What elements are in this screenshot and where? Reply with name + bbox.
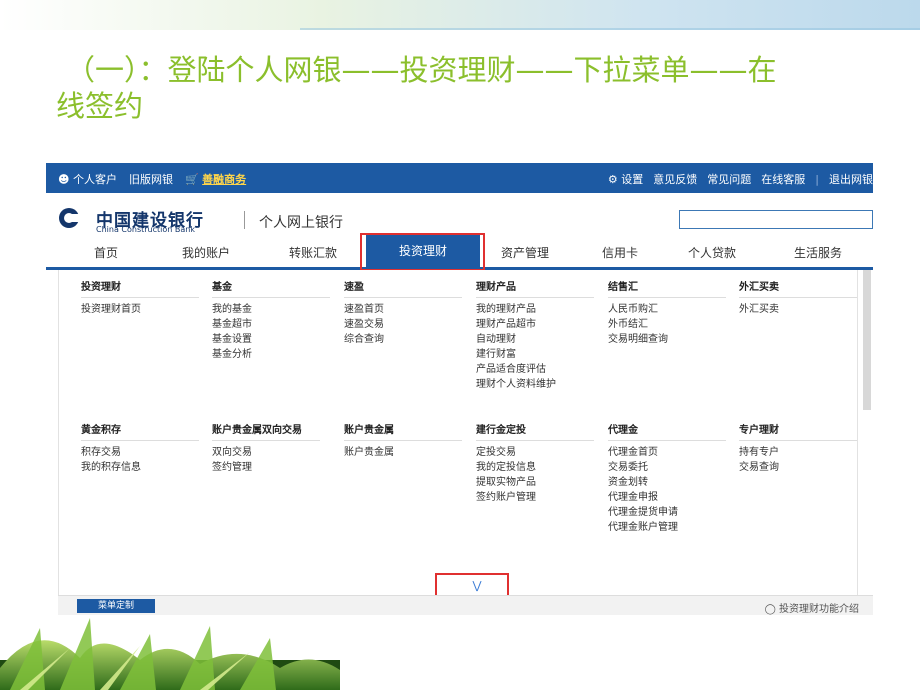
menu-head: 基金: [212, 282, 330, 298]
menu-link[interactable]: 账户贵金属: [344, 445, 462, 460]
menu-link[interactable]: 我的积存信息: [81, 460, 199, 475]
brand-row: 中国建设银行 China Construction Bank 个人网上银行: [46, 193, 873, 235]
menu-link[interactable]: 提取实物产品: [476, 475, 594, 490]
menu-col-invest: 投资理财 投资理财首页: [81, 282, 199, 317]
top-bar: ☻ 个人客户 旧版网银 🛒 善融商务 ⚙ 设置 意见反馈 常见问题 在线客服 |…: [46, 163, 873, 193]
menu-col-gold-investment: 建行金定投 定投交易 我的定投信息 提取实物产品 签约账户管理: [476, 425, 594, 505]
menu-head: 账户贵金属: [344, 425, 462, 441]
menu-link[interactable]: 理财产品超市: [476, 317, 594, 332]
menu-col-suying: 速盈 速盈首页 速盈交易 综合查询: [344, 282, 462, 347]
product-name: 个人网上银行: [259, 215, 343, 231]
brand-name-en: China Construction Bank: [96, 225, 195, 234]
shanrong-link[interactable]: 🛒 善融商务: [185, 171, 246, 187]
slide-title-line2: 线签约: [56, 89, 144, 123]
nav-credit-card[interactable]: 信用卡: [602, 244, 638, 261]
dropdown-menu-panel: 投资理财 投资理财首页 基金 我的基金 基金超市 基金设置 基金分析 速盈 速盈…: [58, 270, 858, 595]
menu-head: 黄金积存: [81, 425, 199, 441]
feedback-link[interactable]: 意见反馈: [653, 171, 697, 187]
slide-header-gradient: [0, 0, 920, 30]
menu-link[interactable]: 我的基金: [212, 302, 330, 317]
menu-col-fund: 基金 我的基金 基金超市 基金设置 基金分析: [212, 282, 330, 362]
menu-head: 外汇买卖: [739, 282, 857, 298]
menu-head: 投资理财: [81, 282, 199, 298]
nav-home[interactable]: 首页: [94, 244, 118, 261]
menu-head: 账户贵金属双向交易: [212, 425, 320, 441]
faq-link[interactable]: 常见问题: [707, 171, 751, 187]
menu-col-fx-trading: 外汇买卖 外汇买卖: [739, 282, 857, 317]
menu-link[interactable]: 持有专户: [739, 445, 857, 460]
menu-head: 代理金: [608, 425, 726, 441]
menu-link[interactable]: 签约管理: [212, 460, 330, 475]
menu-col-gold: 黄金积存 积存交易 我的积存信息: [81, 425, 199, 475]
online-service-link[interactable]: 在线客服: [761, 171, 805, 187]
menu-link[interactable]: 基金分析: [212, 347, 330, 362]
slide-title-line1: （一）：登陆个人网银——投资理财——下拉菜单——在: [66, 53, 777, 87]
menu-link[interactable]: 代理金申报: [608, 490, 726, 505]
nav-life-services[interactable]: 生活服务: [794, 244, 842, 261]
nav-transfer[interactable]: 转账汇款: [289, 244, 337, 261]
menu-col-fx-settlement: 结售汇 人民币购汇 外币结汇 交易明细查询: [608, 282, 726, 347]
menu-link[interactable]: 自动理财: [476, 332, 594, 347]
slide-header-line: [300, 28, 920, 30]
divider: |: [815, 172, 819, 186]
lightbulb-icon: ◯: [764, 604, 776, 615]
invest-intro-link[interactable]: ◯ 投资理财功能介绍: [765, 600, 859, 615]
highlight-box-nav: [360, 233, 485, 271]
menu-head: 建行金定投: [476, 425, 594, 441]
search-input[interactable]: [679, 210, 873, 229]
menu-link[interactable]: 建行财富: [476, 347, 594, 362]
person-icon: ☻: [58, 173, 70, 186]
menu-col-special-account: 专户理财 持有专户 交易查询: [739, 425, 857, 475]
menu-link[interactable]: 资金划转: [608, 475, 726, 490]
menu-link[interactable]: 交易委托: [608, 460, 726, 475]
gear-icon: ⚙: [607, 173, 618, 186]
menu-head: 专户理财: [739, 425, 857, 441]
nav-loans[interactable]: 个人贷款: [688, 244, 736, 261]
menu-link[interactable]: 人民币购汇: [608, 302, 726, 317]
menu-col-agency-gold: 代理金 代理金首页 交易委托 资金划转 代理金申报 代理金提货申请 代理金账户管…: [608, 425, 726, 535]
cart-icon: 🛒: [184, 173, 199, 186]
menu-link[interactable]: 产品适合度评估: [476, 362, 594, 377]
menu-link[interactable]: 代理金账户管理: [608, 520, 726, 535]
menu-col-metal: 账户贵金属 账户贵金属: [344, 425, 462, 460]
slide-title: （一）：登陆个人网银——投资理财——下拉菜单——在 线签约: [56, 52, 856, 124]
menu-link[interactable]: 速盈交易: [344, 317, 462, 332]
menu-link[interactable]: 理财个人资料维护: [476, 377, 594, 392]
menu-link[interactable]: 投资理财首页: [81, 302, 199, 317]
menu-link[interactable]: 交易查询: [739, 460, 857, 475]
menu-link[interactable]: 外汇买卖: [739, 302, 857, 317]
menu-link[interactable]: 基金设置: [212, 332, 330, 347]
scrollbar[interactable]: [863, 270, 871, 410]
menu-link[interactable]: 基金超市: [212, 317, 330, 332]
menu-link[interactable]: 签约账户管理: [476, 490, 594, 505]
menu-link[interactable]: 代理金提货申请: [608, 505, 726, 520]
logout-link[interactable]: 退出网银: [829, 171, 873, 187]
menu-col-wealth-products: 理财产品 我的理财产品 理财产品超市 自动理财 建行财富 产品适合度评估 理财个…: [476, 282, 594, 392]
menu-link[interactable]: 代理金首页: [608, 445, 726, 460]
settings-link[interactable]: ⚙ 设置: [608, 171, 643, 187]
menu-link[interactable]: 定投交易: [476, 445, 594, 460]
menu-head: 理财产品: [476, 282, 594, 298]
menu-link[interactable]: 积存交易: [81, 445, 199, 460]
menu-link[interactable]: 综合查询: [344, 332, 462, 347]
nav-my-account[interactable]: 我的账户: [182, 244, 230, 261]
personal-link[interactable]: ☻ 个人客户: [58, 171, 117, 187]
brand-divider: [244, 211, 245, 229]
menu-head: 结售汇: [608, 282, 726, 298]
menu-link[interactable]: 我的定投信息: [476, 460, 594, 475]
grass-decoration: [0, 618, 340, 690]
nav-assets[interactable]: 资产管理: [501, 244, 549, 261]
old-version-link[interactable]: 旧版网银: [129, 171, 173, 187]
menu-link[interactable]: 双向交易: [212, 445, 330, 460]
menu-link[interactable]: 外币结汇: [608, 317, 726, 332]
menu-link[interactable]: 我的理财产品: [476, 302, 594, 317]
menu-link[interactable]: 速盈首页: [344, 302, 462, 317]
menu-link[interactable]: 交易明细查询: [608, 332, 726, 347]
menu-head: 速盈: [344, 282, 462, 298]
menu-col-metal-two-way: 账户贵金属双向交易 双向交易 签约管理: [212, 425, 330, 475]
ccb-logo-icon: [59, 208, 81, 228]
bank-screenshot: ☻ 个人客户 旧版网银 🛒 善融商务 ⚙ 设置 意见反馈 常见问题 在线客服 |…: [46, 163, 873, 615]
